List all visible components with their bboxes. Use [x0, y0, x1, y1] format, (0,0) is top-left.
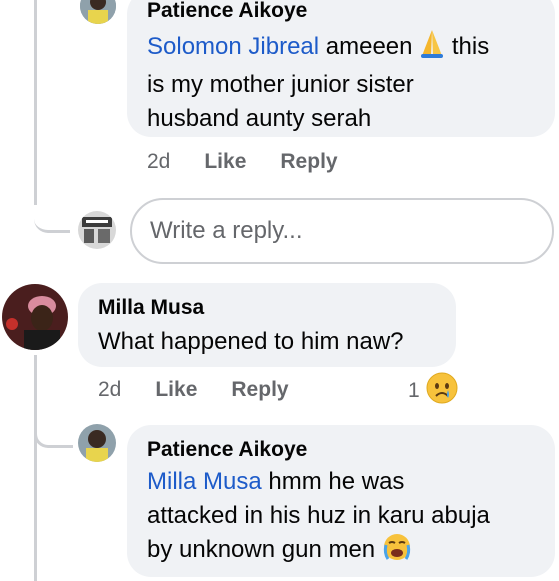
- comment-actions: 2d Like Reply: [98, 378, 289, 402]
- mention-link[interactable]: Solomon Jibreal: [147, 33, 319, 60]
- mention-link[interactable]: Milla Musa: [147, 468, 262, 495]
- reply-placeholder: Write a reply...: [150, 217, 303, 244]
- sad-face-icon: [426, 372, 458, 410]
- comment-actions: 2d Like Reply: [147, 150, 338, 174]
- comment-bubble-milla: Milla Musa What happened to him naw?: [78, 283, 456, 367]
- comment-text-part: this: [451, 33, 490, 60]
- thread-line-top: [34, 0, 37, 205]
- reply-input[interactable]: Write a reply...: [130, 198, 554, 264]
- avatar-patience-top[interactable]: [80, 0, 116, 24]
- comment-text: Solomon Jibreal ameeen this is my mother…: [147, 28, 535, 136]
- comment-text-part: hmm he was: [268, 468, 405, 495]
- thread-connector-reply: [34, 395, 73, 448]
- thread-line-bottom: [34, 355, 37, 581]
- comment-text: Milla Musa hmm he was attacked in his hu…: [147, 465, 535, 571]
- comment-author[interactable]: Patience Aikoye: [147, 0, 535, 24]
- comment-text-line: attacked in his huz in karu abuja: [147, 502, 490, 529]
- comment-author[interactable]: Patience Aikoye: [147, 437, 535, 463]
- avatar-current-user: [78, 211, 116, 249]
- comment-text-part: ameeen: [325, 33, 413, 60]
- comment-text-line: by unknown gun men: [147, 536, 376, 563]
- reaction-count: 1: [408, 379, 420, 402]
- like-button[interactable]: Like: [155, 378, 197, 402]
- comment-text: What happened to him naw?: [98, 328, 404, 355]
- folded-hands-icon: [419, 28, 445, 68]
- timestamp[interactable]: 2d: [98, 378, 121, 402]
- comment-text-line: is my mother junior sister: [147, 71, 414, 98]
- loudly-crying-face-icon: [382, 533, 412, 571]
- comment-bubble-patience-1: Patience Aikoye Solomon Jibreal ameeen t…: [127, 0, 555, 137]
- comment-bubble-patience-2: Patience Aikoye Milla Musa hmm he was at…: [127, 425, 555, 577]
- reply-button[interactable]: Reply: [231, 378, 288, 402]
- reaction-summary[interactable]: 1: [408, 372, 458, 410]
- thread-connector-reply-box: [34, 195, 70, 233]
- avatar-patience-reply[interactable]: [78, 424, 116, 462]
- like-button[interactable]: Like: [204, 150, 246, 174]
- comment-author[interactable]: Milla Musa: [98, 295, 436, 321]
- timestamp[interactable]: 2d: [147, 150, 170, 174]
- avatar-milla-musa[interactable]: [2, 284, 68, 350]
- comment-text-line: husband aunty serah: [147, 105, 372, 132]
- reply-button[interactable]: Reply: [280, 150, 337, 174]
